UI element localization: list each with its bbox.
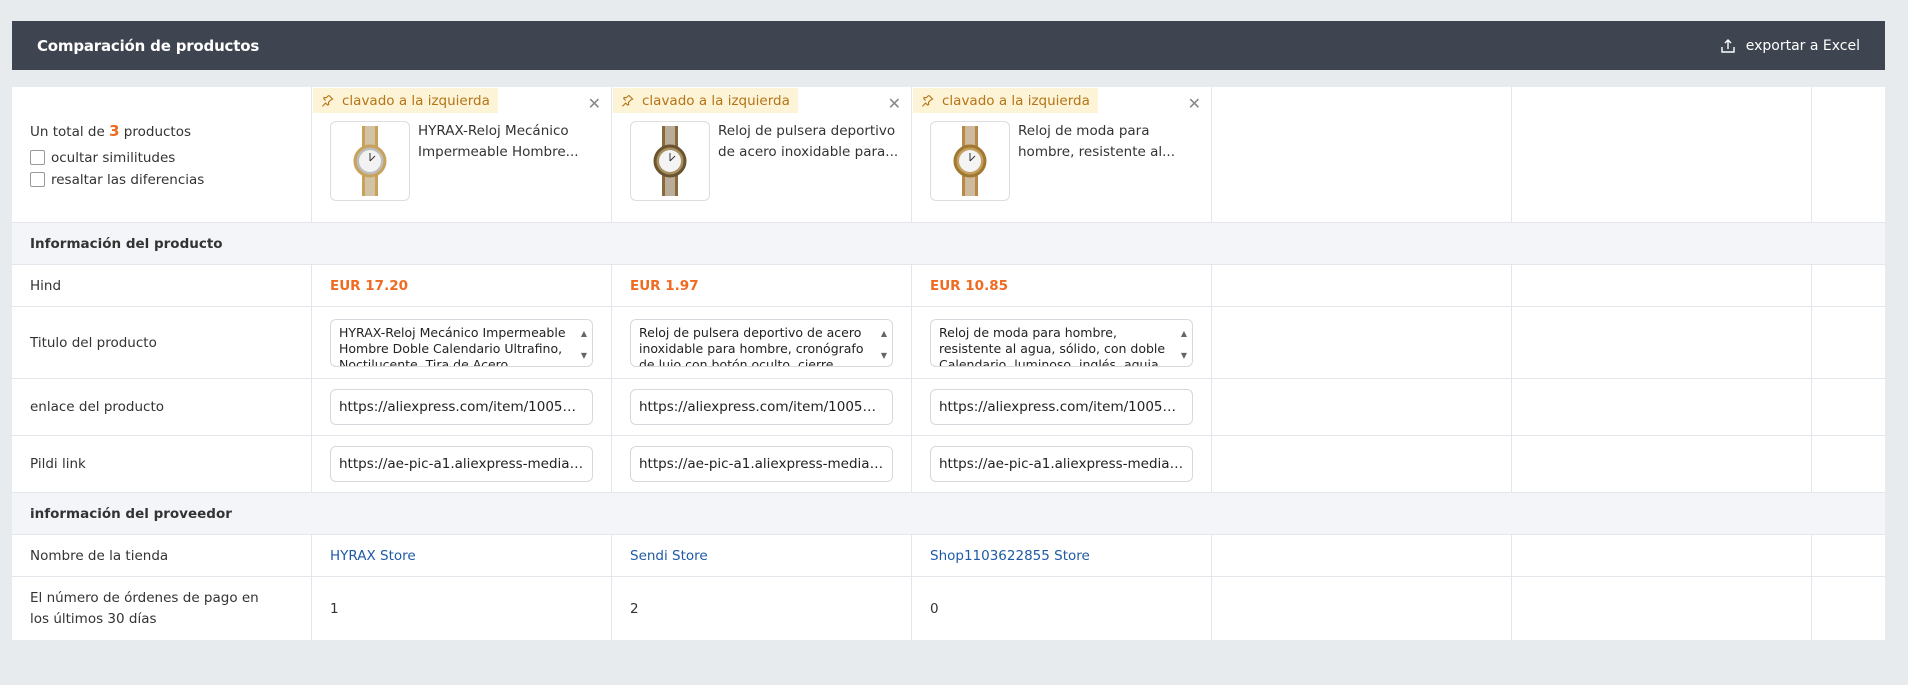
- price-row: Hind EUR 17.20 EUR 1.97 EUR 10.85: [12, 265, 1885, 307]
- products-header-row: Un total de 3 productos ocultar similitu…: [12, 87, 1885, 223]
- export-icon: [1721, 38, 1735, 53]
- pin-icon: [621, 94, 634, 107]
- product-link-field[interactable]: https://aliexpress.com/item/1005007...: [630, 389, 893, 425]
- product-price: EUR 1.97: [630, 277, 699, 294]
- product-name[interactable]: Reloj de pulsera deportivo de acero inox…: [718, 121, 899, 163]
- product-link-field[interactable]: https://aliexpress.com/item/1005005...: [330, 389, 593, 425]
- page-title: Comparación de productos: [37, 36, 260, 55]
- product-price: EUR 17.20: [330, 277, 408, 294]
- section-supplier-info: información del proveedor: [12, 493, 1885, 535]
- section-product-info: Información del producto: [12, 223, 1885, 265]
- product-link-field[interactable]: https://aliexpress.com/item/1005007...: [930, 389, 1193, 425]
- store-link[interactable]: HYRAX Store: [330, 548, 416, 564]
- product-count: Un total de 3 productos: [30, 121, 192, 140]
- pin-badge[interactable]: clavado a la izquierda: [913, 88, 1098, 113]
- product-column-1: clavado a la izquierda ✕ HYRAX-Reloj Mec…: [312, 87, 612, 222]
- pin-badge[interactable]: clavado a la izquierda: [613, 88, 798, 113]
- row-label: Nombre de la tienda: [12, 535, 312, 576]
- product-column-2: clavado a la izquierda ✕ Reloj de pulser…: [612, 87, 912, 222]
- watch-icon: [653, 126, 687, 196]
- row-label: Titulo del producto: [12, 307, 312, 378]
- export-excel-button[interactable]: exportar a Excel: [1720, 38, 1860, 54]
- product-title-textarea[interactable]: Reloj de pulsera deportivo de acero inox…: [630, 318, 893, 367]
- image-link-field[interactable]: https://ae-pic-a1.aliexpress-media.co...: [630, 446, 893, 482]
- product-title-textarea[interactable]: HYRAX-Reloj Mecánico Impermeable Hombre …: [330, 318, 593, 367]
- hide-similar-checkbox[interactable]: ocultar similitudes: [30, 150, 175, 166]
- product-link-row: enlace del producto https://aliexpress.c…: [12, 379, 1885, 436]
- checkbox-box[interactable]: [30, 150, 45, 165]
- product-title-textarea[interactable]: Reloj de moda para hombre, resistente al…: [930, 318, 1193, 367]
- order-count: 1: [330, 600, 339, 617]
- orders-row: El número de órdenes de pago en los últi…: [12, 577, 1885, 640]
- scroll-arrows-icon[interactable]: ▲ ▼: [581, 326, 587, 364]
- pin-badge[interactable]: clavado a la izquierda: [313, 88, 498, 113]
- store-link[interactable]: Sendi Store: [630, 548, 708, 564]
- summary-cell: Un total de 3 productos ocultar similitu…: [12, 87, 312, 222]
- empty-column: [1512, 87, 1812, 222]
- product-name[interactable]: HYRAX-Reloj Mecánico Impermeable Hombre.…: [418, 121, 599, 163]
- row-label: enlace del producto: [12, 379, 312, 435]
- product-name[interactable]: Reloj de moda para hombre, resistente al…: [1018, 121, 1199, 163]
- checkbox-box[interactable]: [30, 172, 45, 187]
- pin-icon: [921, 94, 934, 107]
- empty-column: [1212, 87, 1512, 222]
- scroll-arrows-icon[interactable]: ▲ ▼: [881, 326, 887, 364]
- product-thumbnail[interactable]: [930, 121, 1010, 201]
- product-count-number: 3: [109, 121, 120, 140]
- store-row: Nombre de la tienda HYRAX Store Sendi St…: [12, 535, 1885, 577]
- close-icon[interactable]: ✕: [888, 94, 901, 113]
- product-thumbnail[interactable]: [330, 121, 410, 201]
- image-link-field[interactable]: https://ae-pic-a1.aliexpress-media.co...: [930, 446, 1193, 482]
- scroll-arrows-icon[interactable]: ▲ ▼: [1181, 326, 1187, 364]
- highlight-diff-checkbox[interactable]: resaltar las diferencias: [30, 172, 204, 188]
- product-price: EUR 10.85: [930, 277, 1008, 294]
- row-label: El número de órdenes de pago en los últi…: [12, 577, 312, 640]
- product-thumbnail[interactable]: [630, 121, 710, 201]
- order-count: 2: [630, 600, 639, 617]
- pin-icon: [321, 94, 334, 107]
- store-link[interactable]: Shop1103622855 Store: [930, 548, 1090, 564]
- empty-column: [1812, 87, 1885, 222]
- watch-icon: [353, 126, 387, 196]
- image-link-field[interactable]: https://ae-pic-a1.aliexpress-media.co...: [330, 446, 593, 482]
- comparison-table: Un total de 3 productos ocultar similitu…: [12, 87, 1885, 640]
- watch-icon: [953, 126, 987, 196]
- page-header: Comparación de productos exportar a Exce…: [12, 21, 1885, 70]
- product-column-3: clavado a la izquierda ✕ Reloj de moda p…: [912, 87, 1212, 222]
- title-row: Titulo del producto HYRAX-Reloj Mecánico…: [12, 307, 1885, 379]
- order-count: 0: [930, 600, 939, 617]
- export-label: exportar a Excel: [1745, 37, 1860, 54]
- row-label: Hind: [12, 265, 312, 306]
- image-link-row: Pildi link https://ae-pic-a1.aliexpress-…: [12, 436, 1885, 493]
- close-icon[interactable]: ✕: [1188, 94, 1201, 113]
- row-label: Pildi link: [12, 436, 312, 492]
- close-icon[interactable]: ✕: [588, 94, 601, 113]
